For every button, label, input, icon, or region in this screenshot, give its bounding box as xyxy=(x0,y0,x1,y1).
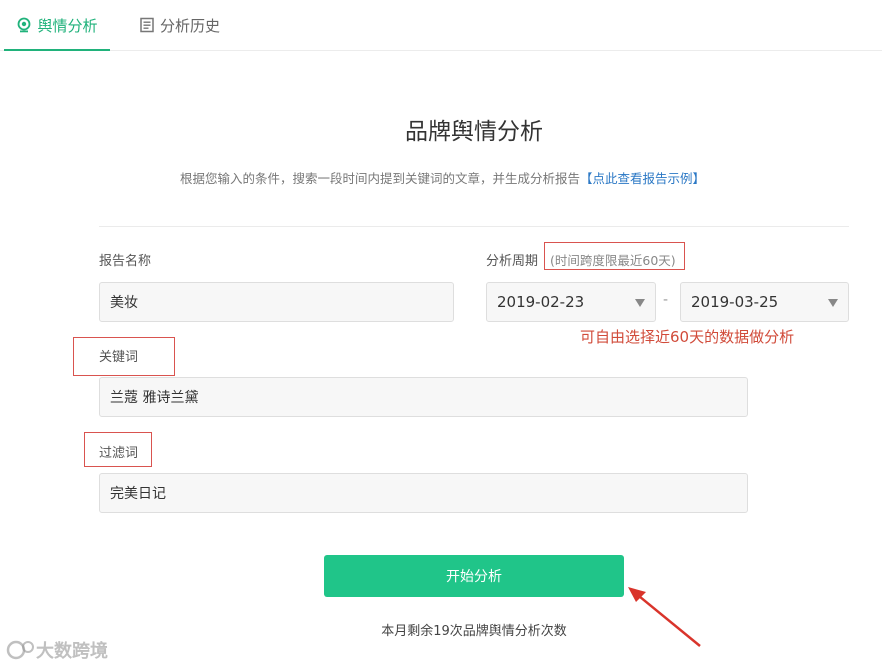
end-date-value: 2019-03-25 xyxy=(691,293,779,311)
tab-sentiment-analysis[interactable]: 舆情分析 xyxy=(4,0,110,51)
brand-logo-icon xyxy=(6,640,34,660)
page-title: 品牌舆情分析 xyxy=(405,119,543,145)
keywords-label: 关键词 xyxy=(99,350,139,365)
arrow-annotation-icon xyxy=(628,587,701,647)
filter-input[interactable]: 完美日记 xyxy=(99,473,748,513)
filter-label: 过滤词 xyxy=(99,446,139,461)
start-date-select[interactable]: 2019-02-23 xyxy=(486,282,656,322)
location-pin-icon xyxy=(18,17,31,33)
remaining-count-text: 本月剩余19次品牌舆情分析次数 xyxy=(381,624,567,639)
watermark: 大数跨境 xyxy=(6,637,108,663)
report-name-label: 报告名称 xyxy=(99,254,152,269)
start-date-value: 2019-02-23 xyxy=(497,293,585,311)
start-analysis-button[interactable]: 开始分析 xyxy=(324,555,624,597)
annotation-text: 可自由选择近60天的数据做分析 xyxy=(580,328,795,346)
view-sample-report-link[interactable]: 【点此查看报告示例】 xyxy=(580,171,705,186)
date-separator: - xyxy=(663,292,669,308)
tab-label: 舆情分析 xyxy=(37,16,98,35)
highlight-box-period-hint xyxy=(544,242,685,270)
tab-label: 分析历史 xyxy=(160,16,221,35)
watermark-text: 大数跨境 xyxy=(36,641,108,662)
report-name-input[interactable]: 美妆 xyxy=(99,282,454,322)
description-text: 根据您输入的条件，搜索一段时间内提到关键词的文章，并生成分析报告 xyxy=(180,171,581,186)
period-label: 分析周期 xyxy=(486,254,539,269)
document-icon xyxy=(140,17,154,33)
divider xyxy=(99,226,849,227)
end-date-select[interactable]: 2019-03-25 xyxy=(680,282,849,322)
chevron-down-icon xyxy=(828,299,838,307)
keywords-input[interactable]: 兰蔻 雅诗兰黛 xyxy=(99,377,748,417)
page-description: 根据您输入的条件，搜索一段时间内提到关键词的文章，并生成分析报告【点此查看报告示… xyxy=(180,168,705,187)
chevron-down-icon xyxy=(635,299,645,307)
tab-bar: 舆情分析 分析历史 xyxy=(0,0,882,51)
tab-analysis-history[interactable]: 分析历史 xyxy=(139,0,220,50)
